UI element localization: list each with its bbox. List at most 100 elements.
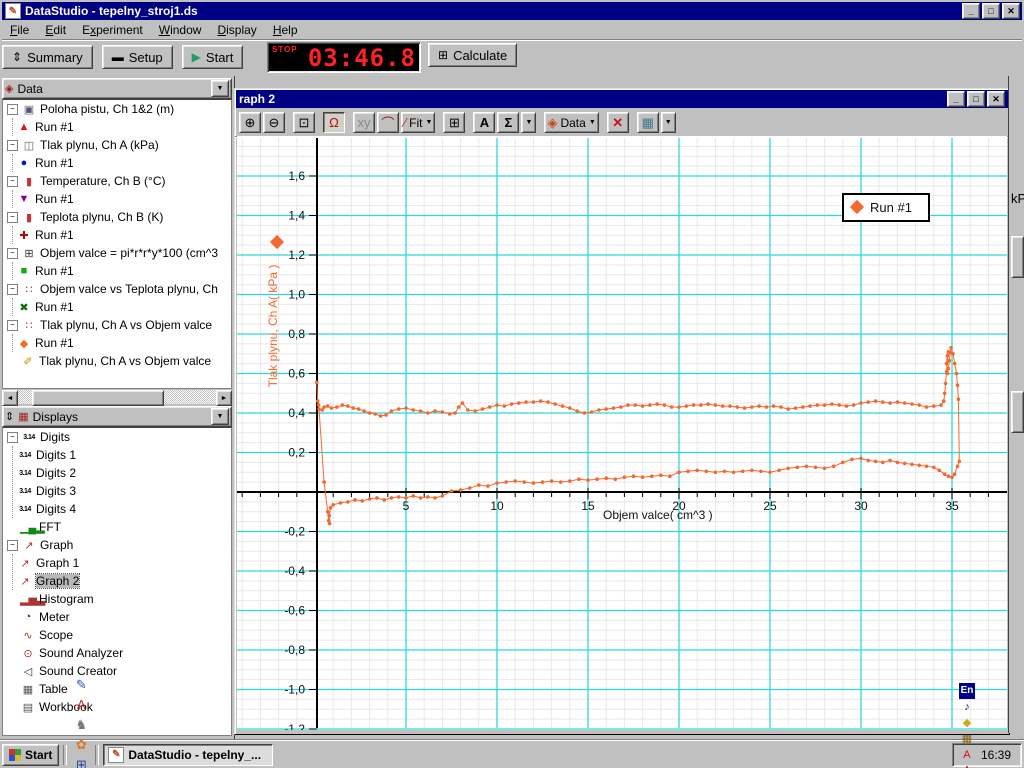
data-item-4[interactable]: −⊞Objem valce = pi*r*r*y*100 (cm^3 [3,244,231,262]
data-item-5[interactable]: −∷Objem valce vs Teplota plynu, Ch [3,280,231,298]
run-item[interactable]: ✖Run #1 [13,298,231,316]
summary-button[interactable]: ⇕ Summary [2,45,93,69]
display-item-histogram[interactable]: ▂▅▃Histogram [3,590,231,608]
minimize-icon[interactable]: _ [962,3,980,19]
tray-ati-icon[interactable]: A [959,747,975,763]
tray-scheduler-icon[interactable]: ▦ [959,731,975,747]
volume-icon[interactable]: ♪ [959,699,975,715]
quicklaunch-3-icon[interactable]: ♞ [71,715,91,735]
svg-text:-0,8: -0,8 [284,643,305,657]
scrollbar-track[interactable] [18,390,216,404]
zoom-select-button[interactable]: ⊡ [293,112,315,133]
run-item[interactable]: ●Run #1 [13,154,231,172]
data-item-6[interactable]: −∷Tlak plynu, Ch A vs Objem valce [3,316,231,334]
zoom-in-button[interactable]: ⊕ [239,112,261,133]
scale-to-fit-button[interactable]: Ω [323,112,345,133]
menu-experiment[interactable]: Experiment [74,21,151,39]
close-icon[interactable]: ✕ [987,91,1005,107]
run-item[interactable]: ▼Run #1 [13,190,231,208]
taskbar-task-datastudio[interactable]: ✎ DataStudio - tepelny_... [103,744,273,766]
minimize-icon[interactable]: _ [947,91,965,107]
menu-edit[interactable]: Edit [37,21,74,39]
menu-display[interactable]: Display [209,21,264,39]
maximize-icon[interactable]: □ [967,91,985,107]
display-item-digits-4[interactable]: 3.14Digits 4 [13,500,231,518]
chevron-down-icon[interactable]: ▼ [211,408,229,425]
data-item-7[interactable]: ✐Tlak plynu, Ch A vs Objem valce [3,352,231,370]
xy-tool-button[interactable]: xy [353,112,375,133]
graph-settings-button[interactable]: ▦ [637,112,659,133]
display-item-sound-creator[interactable]: ◁Sound Creator [3,662,231,680]
titlebar[interactable]: ✎ DataStudio - tepelny_stroj1.ds _ □ ✕ [2,2,1022,20]
text-tool-button[interactable]: A [473,112,495,133]
tree-item-icon: 3.14 [17,470,33,477]
taskbar-clock: 16:39 [977,748,1015,762]
menu-help[interactable]: Help [265,21,306,39]
run-item[interactable]: ▲Run #1 [13,118,231,136]
display-item-digits-3[interactable]: 3.14Digits 3 [13,482,231,500]
statistics-dropdown[interactable]: ▼ [521,112,536,133]
display-item-sound-analyzer[interactable]: ⊙Sound Analyzer [3,644,231,662]
smart-tool-button[interactable]: ⌒ [377,112,399,133]
graph-window-titlebar[interactable]: raph 2 _ □ ✕ [236,90,1008,108]
scroll-left-icon[interactable]: ◄ [2,390,18,406]
chevron-down-icon[interactable]: ▼ [211,80,229,97]
tree-expand-icon[interactable]: − [7,212,18,223]
display-item-graph[interactable]: −↗Graph [3,536,231,554]
display-item-digits[interactable]: −3.14Digits [3,428,231,446]
tree-expand-icon[interactable]: − [7,248,18,259]
data-menu-button[interactable]: ◈Data▼ [544,112,598,133]
data-panel-header[interactable]: ◈ Data ▼ [2,78,232,99]
display-item-table[interactable]: ▦Table [3,680,231,698]
graph-settings-dropdown[interactable]: ▼ [661,112,676,133]
zoom-out-button[interactable]: ⊖ [263,112,285,133]
display-item-graph-2[interactable]: ↗Graph 2 [13,572,231,590]
menu-file[interactable]: File [2,21,37,39]
tray-figure-icon[interactable]: ♟ [959,763,975,768]
remove-button[interactable]: ✕ [607,112,629,133]
data-item-2[interactable]: −▮Temperature, Ch B (°C) [3,172,231,190]
scroll-right-icon[interactable]: ► [216,390,232,406]
tree-expand-icon[interactable]: − [7,140,18,151]
run-item[interactable]: ✚Run #1 [13,226,231,244]
tray-diamond-icon[interactable]: ◆ [959,715,975,731]
data-tree-hscrollbar[interactable]: ◄ ► [2,390,232,404]
start-menu-button[interactable]: Start [2,744,59,766]
tree-expand-icon[interactable]: − [7,320,18,331]
setup-button[interactable]: ▬ Setup [102,45,173,69]
display-item-scope[interactable]: ∿Scope [3,626,231,644]
display-item-workbook[interactable]: ▤Workbook [3,698,231,716]
display-item-fft[interactable]: ▁▄▂FFT [3,518,231,536]
display-item-digits-2[interactable]: 3.14Digits 2 [13,464,231,482]
start-button[interactable]: ▶ Start [182,45,244,69]
tree-expand-icon[interactable]: − [7,432,18,443]
keyboard-layout-indicator[interactable]: En [959,683,975,699]
quicklaunch-calculator-icon[interactable]: ⊞ [71,755,91,768]
calculate-button[interactable]: ⊞ Calculate [428,43,517,67]
display-item-meter[interactable]: ◔Meter [3,608,231,626]
displays-panel-header[interactable]: ⇕ ▦ Displays ▼ [2,406,232,427]
quicklaunch-editor-icon[interactable]: ✎ [71,675,91,695]
run-item[interactable]: ◆Run #1 [13,334,231,352]
fit-menu-button[interactable]: ∕Fit▼ [401,112,435,133]
close-icon[interactable]: ✕ [1002,3,1020,19]
restore-icon[interactable]: □ [982,3,1000,19]
display-item-digits-1[interactable]: 3.14Digits 1 [13,446,231,464]
tree-expand-icon[interactable]: − [7,104,18,115]
calculator-button[interactable]: ⊞ [443,112,465,133]
data-item-3[interactable]: −▮Teplota plynu, Ch B (K) [3,208,231,226]
statistics-button[interactable]: Σ [497,112,519,133]
quicklaunch-acrobat-icon[interactable]: A [71,695,91,715]
data-item-1[interactable]: −◫Tlak plynu, Ch A (kPa) [3,136,231,154]
tree-expand-icon[interactable]: − [7,176,18,187]
scrollbar-thumb[interactable] [32,390,164,406]
tree-expand-icon[interactable]: − [7,284,18,295]
tree-expand-icon[interactable]: − [7,540,18,551]
legend[interactable]: Run #1 [843,194,929,221]
quicklaunch-paint-icon[interactable]: ✿ [71,735,91,755]
menu-window[interactable]: Window [151,21,210,39]
data-item-0[interactable]: −▣Poloha pistu, Ch 1&2 (m) [3,100,231,118]
run-item[interactable]: ■Run #1 [13,262,231,280]
splitter-icon[interactable]: ⇕ [5,410,14,423]
display-item-graph-1[interactable]: ↗Graph 1 [13,554,231,572]
